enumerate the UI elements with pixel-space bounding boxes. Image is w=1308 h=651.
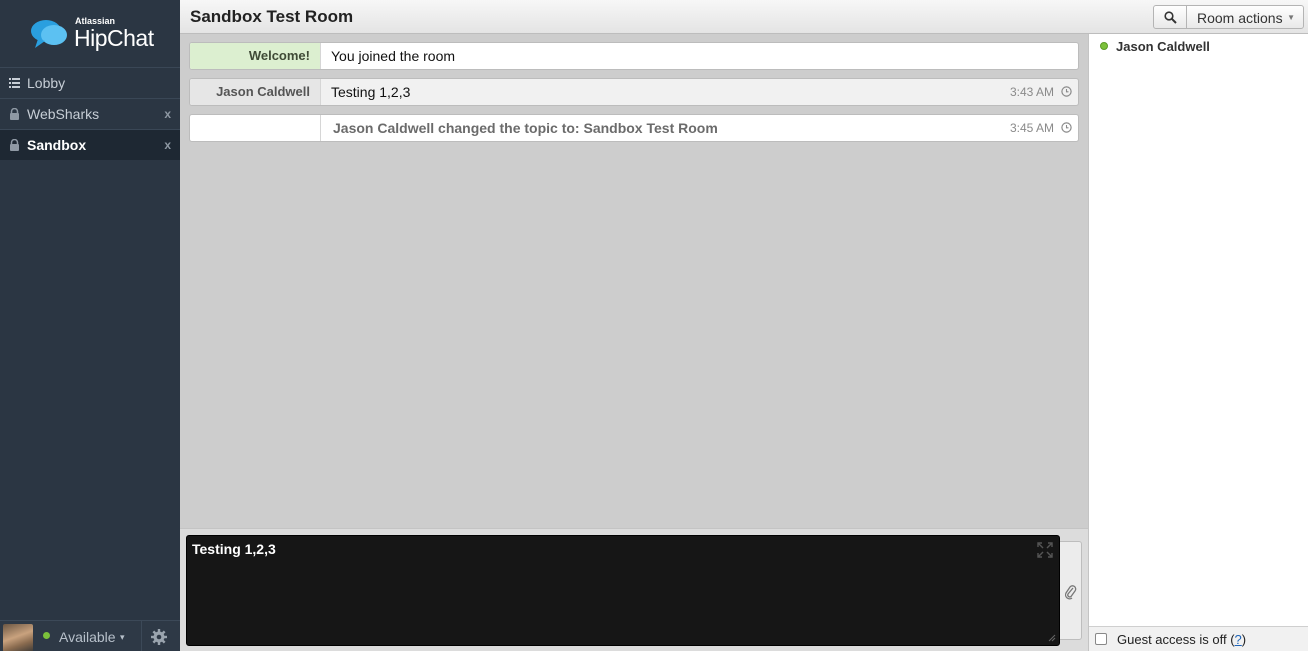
sidebar-item-label: WebSharks [27, 106, 100, 122]
resize-grip-icon[interactable] [1048, 634, 1056, 642]
gear-icon [151, 629, 167, 645]
settings-button[interactable] [141, 621, 180, 651]
roster-member-name: Jason Caldwell [1116, 39, 1210, 54]
avatar[interactable] [3, 624, 33, 651]
guest-access-checkbox[interactable] [1095, 633, 1107, 645]
lock-icon [10, 108, 19, 120]
guest-access-label: Guest access is off (?) [1117, 632, 1246, 647]
message-sender [190, 115, 321, 141]
composer-area: Testing 1,2,3 [180, 528, 1088, 651]
status-available-icon [1100, 42, 1108, 50]
sidebar-item-label: Lobby [27, 75, 66, 91]
expand-icon[interactable] [1037, 542, 1053, 558]
guest-access-bar: Guest access is off (?) [1089, 626, 1308, 651]
chevron-down-icon: ▼ [1287, 13, 1295, 22]
page-title: Sandbox Test Room [190, 7, 354, 26]
room-actions-dropdown[interactable]: Room actions ▼ [1186, 5, 1304, 29]
chat-bubble-icon [31, 20, 67, 48]
guest-access-help-link[interactable]: ? [1235, 632, 1242, 647]
message-text: Testing 1,2,3 [331, 84, 411, 100]
paperclip-icon [1064, 585, 1077, 600]
message-text: Jason Caldwell changed the topic to: San… [333, 120, 718, 136]
guest-access-text: Guest access is off ( [1117, 632, 1235, 647]
message-row: Jason Caldwell Testing 1,2,3 3:43 AM [189, 78, 1079, 106]
search-button[interactable] [1153, 5, 1187, 29]
message-timestamp: 3:43 AM [1009, 85, 1054, 99]
message-input-value: Testing 1,2,3 [192, 541, 276, 557]
room-header: Sandbox Test Room Room actions ▼ [180, 0, 1308, 34]
sidebar: Atlassian HipChat Lobby WebSharks x Sand… [0, 0, 180, 651]
attach-file-button[interactable] [1060, 541, 1082, 640]
message-timestamp: 3:45 AM [1009, 121, 1054, 135]
list-icon [9, 78, 20, 88]
brand-hipchat: HipChat [74, 25, 154, 51]
room-actions-label: Room actions [1197, 10, 1283, 26]
message-text: You joined the room [331, 48, 456, 64]
lock-icon [10, 139, 19, 151]
search-icon [1164, 11, 1177, 24]
close-room-icon[interactable]: x [164, 107, 171, 121]
sidebar-item-sandbox[interactable]: Sandbox x [0, 129, 180, 160]
chevron-down-icon[interactable]: ▾ [120, 632, 125, 643]
sidebar-item-lobby[interactable]: Lobby [0, 67, 180, 98]
message-row: Welcome! You joined the room [189, 42, 1079, 70]
clock-icon[interactable] [1061, 122, 1072, 133]
hipchat-logo[interactable]: Atlassian HipChat [0, 0, 180, 67]
status-selector[interactable]: Available [59, 629, 116, 645]
sidebar-item-websharks[interactable]: WebSharks x [0, 98, 180, 129]
message-row: Jason Caldwell changed the topic to: San… [189, 114, 1079, 142]
room-roster: Jason Caldwell Guest access is off (?) [1088, 34, 1308, 651]
message-input[interactable]: Testing 1,2,3 [186, 535, 1060, 646]
close-room-icon[interactable]: x [164, 138, 171, 152]
status-available-icon [43, 632, 50, 639]
chat-history[interactable]: Welcome! You joined the room Jason Caldw… [180, 34, 1088, 528]
message-sender[interactable]: Jason Caldwell [190, 79, 321, 105]
message-sender: Welcome! [190, 43, 321, 69]
roster-member[interactable]: Jason Caldwell [1089, 37, 1308, 57]
sidebar-footer: Available ▾ [0, 620, 180, 651]
sidebar-item-label: Sandbox [27, 137, 87, 153]
guest-access-close-paren: ) [1241, 632, 1247, 647]
clock-icon[interactable] [1061, 86, 1072, 97]
